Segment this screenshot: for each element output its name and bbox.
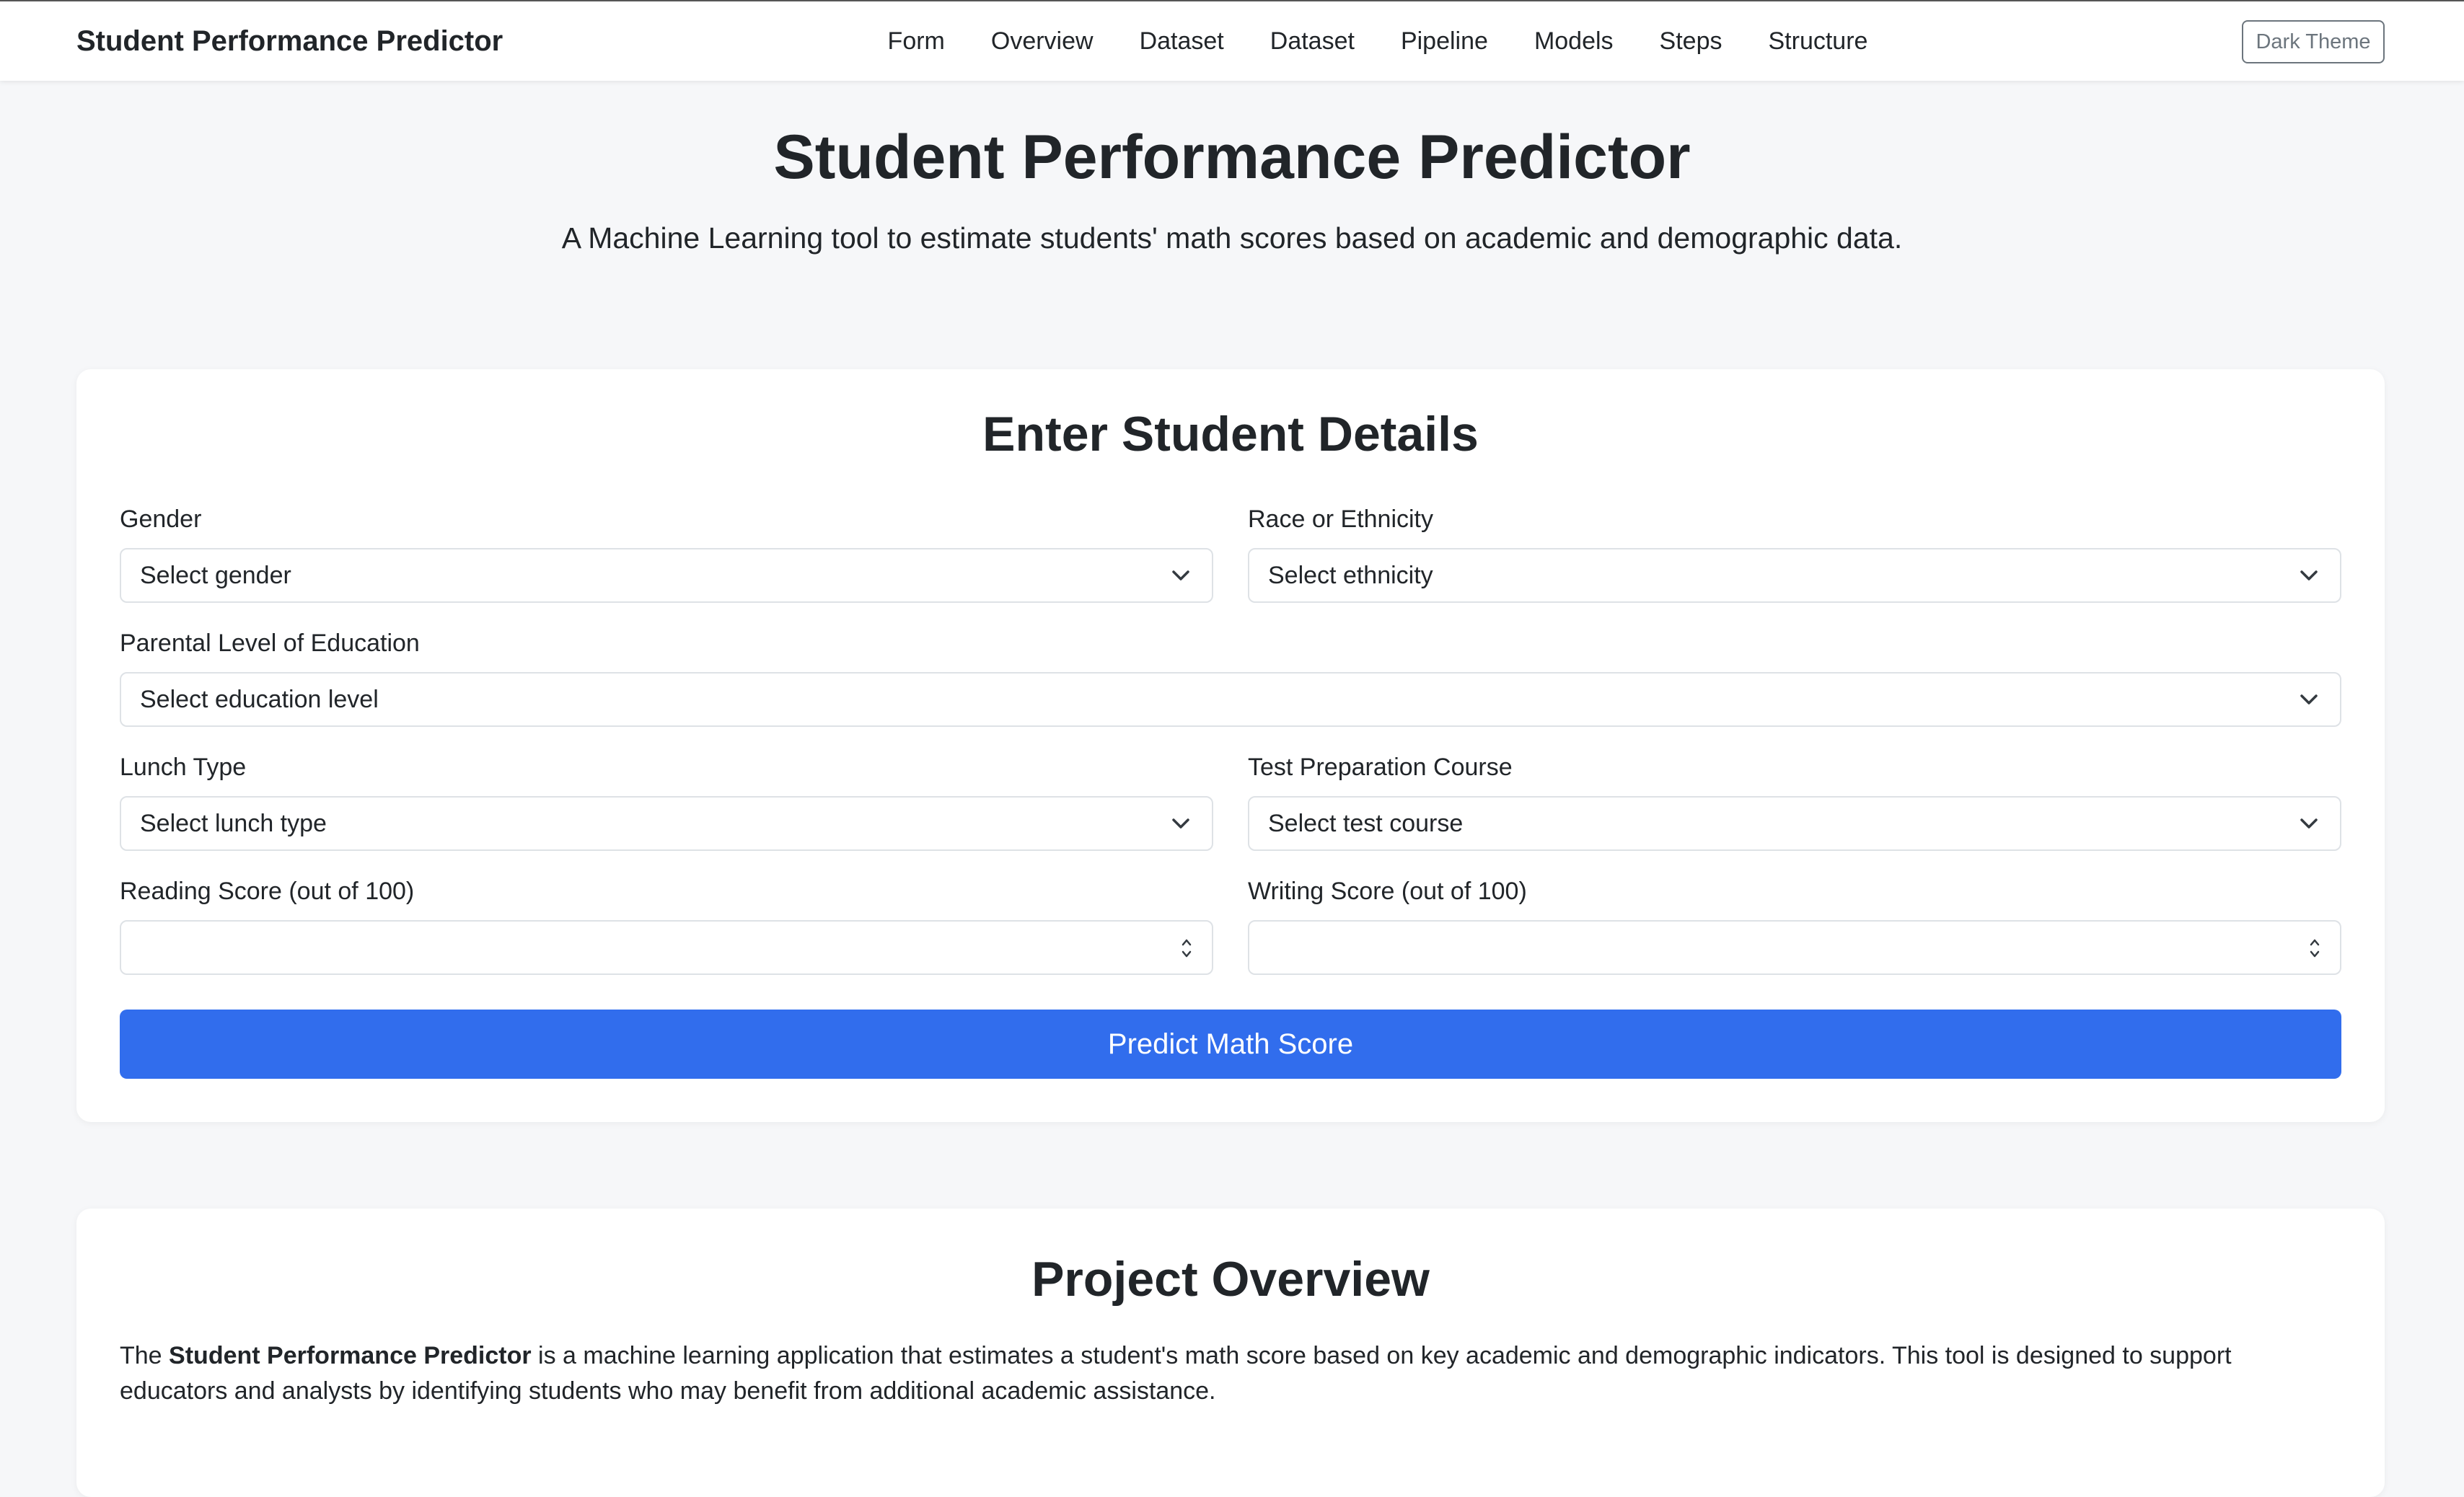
test-prep-select-value: Select test course [1268,810,1464,837]
education-select[interactable]: Select education level [120,672,2341,727]
chevron-down-icon [2300,818,2318,829]
dark-theme-button[interactable]: Dark Theme [2242,20,2385,63]
nav-link-form[interactable]: Form [888,23,945,59]
overview-title: Project Overview [1031,1252,1430,1307]
nav-link-pipeline[interactable]: Pipeline [1401,23,1488,59]
nav-link-dataset[interactable]: Dataset [1140,23,1224,59]
ethnicity-label: Race or Ethnicity [1248,505,1433,533]
test-prep-label: Test Preparation Course [1248,754,1513,781]
nav-link-steps[interactable]: Steps [1660,23,1722,59]
education-label: Parental Level of Education [120,630,420,657]
reading-score-label: Reading Score (out of 100) [120,878,415,905]
navbar: Student Performance Predictor Form Overv… [0,0,2464,81]
nav-link-models[interactable]: Models [1534,23,1614,59]
page-title: Student Performance Predictor [773,123,1691,192]
spinner-icon[interactable] [2308,936,2321,961]
reading-score-input[interactable] [120,920,1213,975]
chevron-down-icon [1172,570,1189,580]
chevron-down-icon [2300,694,2318,705]
chevron-down-icon [1172,818,1189,829]
predict-math-score-button[interactable]: Predict Math Score [120,1010,2341,1079]
gender-label: Gender [120,505,202,533]
nav-link-overview[interactable]: Overview [991,23,1094,59]
page-subtitle: A Machine Learning tool to estimate stud… [561,221,1903,255]
lunch-select-value: Select lunch type [140,810,327,837]
nav-link-dataset-2[interactable]: Dataset [1270,23,1355,59]
overview-prefix: The [120,1342,170,1369]
gender-select[interactable]: Select gender [120,548,1213,603]
project-overview-card: Project Overview The Student Performance… [76,1209,2385,1497]
gender-select-value: Select gender [140,562,291,589]
nav-link-structure[interactable]: Structure [1769,23,1868,59]
chevron-down-icon [2300,570,2318,580]
nav-links: Form Overview Dataset Dataset Pipeline M… [851,23,1904,59]
brand-title[interactable]: Student Performance Predictor [76,23,503,59]
spinner-icon[interactable] [1180,936,1193,961]
ethnicity-select[interactable]: Select ethnicity [1248,548,2341,603]
student-details-card: Enter Student Details Gender Select gend… [76,369,2385,1122]
writing-score-input[interactable] [1248,920,2341,975]
overview-paragraph: The Student Performance Predictor is a m… [120,1338,2341,1409]
ethnicity-select-value: Select ethnicity [1268,562,1433,589]
overview-bold-name: Student Performance Predictor [169,1342,532,1369]
test-prep-select[interactable]: Select test course [1248,796,2341,851]
lunch-select[interactable]: Select lunch type [120,796,1213,851]
lunch-label: Lunch Type [120,754,247,781]
education-select-value: Select education level [140,686,379,713]
writing-score-label: Writing Score (out of 100) [1248,878,1527,905]
form-title: Enter Student Details [982,407,1479,462]
